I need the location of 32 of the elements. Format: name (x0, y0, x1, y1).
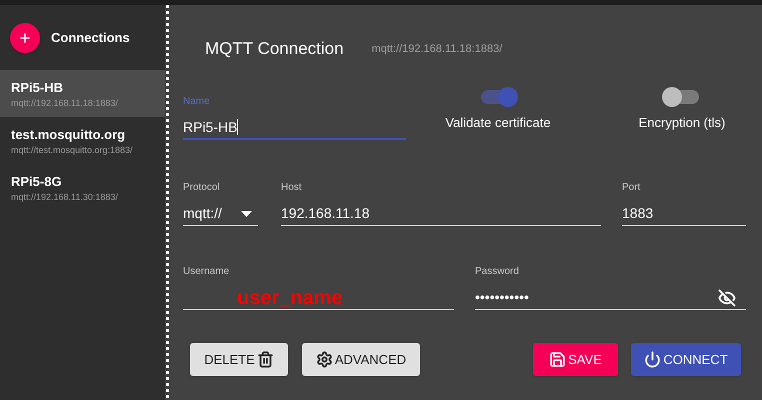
gear-icon (316, 351, 333, 368)
toggle-label: Validate certificate (445, 114, 551, 132)
field-label: Username (183, 266, 230, 278)
page-title: MQTT Connection (205, 38, 344, 60)
field-label: Name (183, 96, 211, 108)
connection-item[interactable]: test.mosquitto.org mqtt://test.mosquitto.org:1883/ (0, 117, 165, 164)
delete-button[interactable]: DELETE (190, 343, 288, 376)
name-field[interactable]: RPi5-HB (183, 116, 406, 140)
plus-icon (18, 30, 32, 44)
host-field[interactable]: 192.168.11.18 (281, 202, 601, 226)
password-field[interactable]: ••••••••••• (475, 286, 746, 310)
advanced-button[interactable]: ADVANCED (302, 343, 420, 376)
protocol-select[interactable]: mqtt:// (183, 202, 258, 226)
hide-password-icon[interactable] (718, 288, 736, 306)
connection-url: mqtt://192.168.11.18:1883/ (372, 42, 502, 57)
field-label: Password (475, 266, 520, 278)
field-label: Host (281, 182, 303, 194)
sidebar-title: Connections (51, 28, 130, 47)
dropdown-arrow-icon (241, 210, 252, 216)
toggle-label: Encryption (tls) (638, 114, 726, 132)
add-connection-button[interactable] (10, 22, 40, 52)
field-label: Port (622, 182, 642, 194)
power-icon (644, 351, 662, 368)
connect-button[interactable]: CONNECT (631, 343, 741, 376)
save-button[interactable]: SAVE (533, 343, 618, 376)
connection-item[interactable]: RPi5-8G mqtt://192.168.11.30:1883/ (0, 164, 165, 211)
toggle-switch[interactable] (481, 90, 515, 104)
port-field[interactable]: 1883 (622, 202, 746, 226)
field-label: Protocol (183, 182, 221, 194)
toggle-switch[interactable] (665, 90, 699, 104)
trash-icon (256, 351, 274, 368)
connection-item[interactable]: RPi5-HB mqtt://192.168.11.18:1883/ (0, 70, 165, 117)
